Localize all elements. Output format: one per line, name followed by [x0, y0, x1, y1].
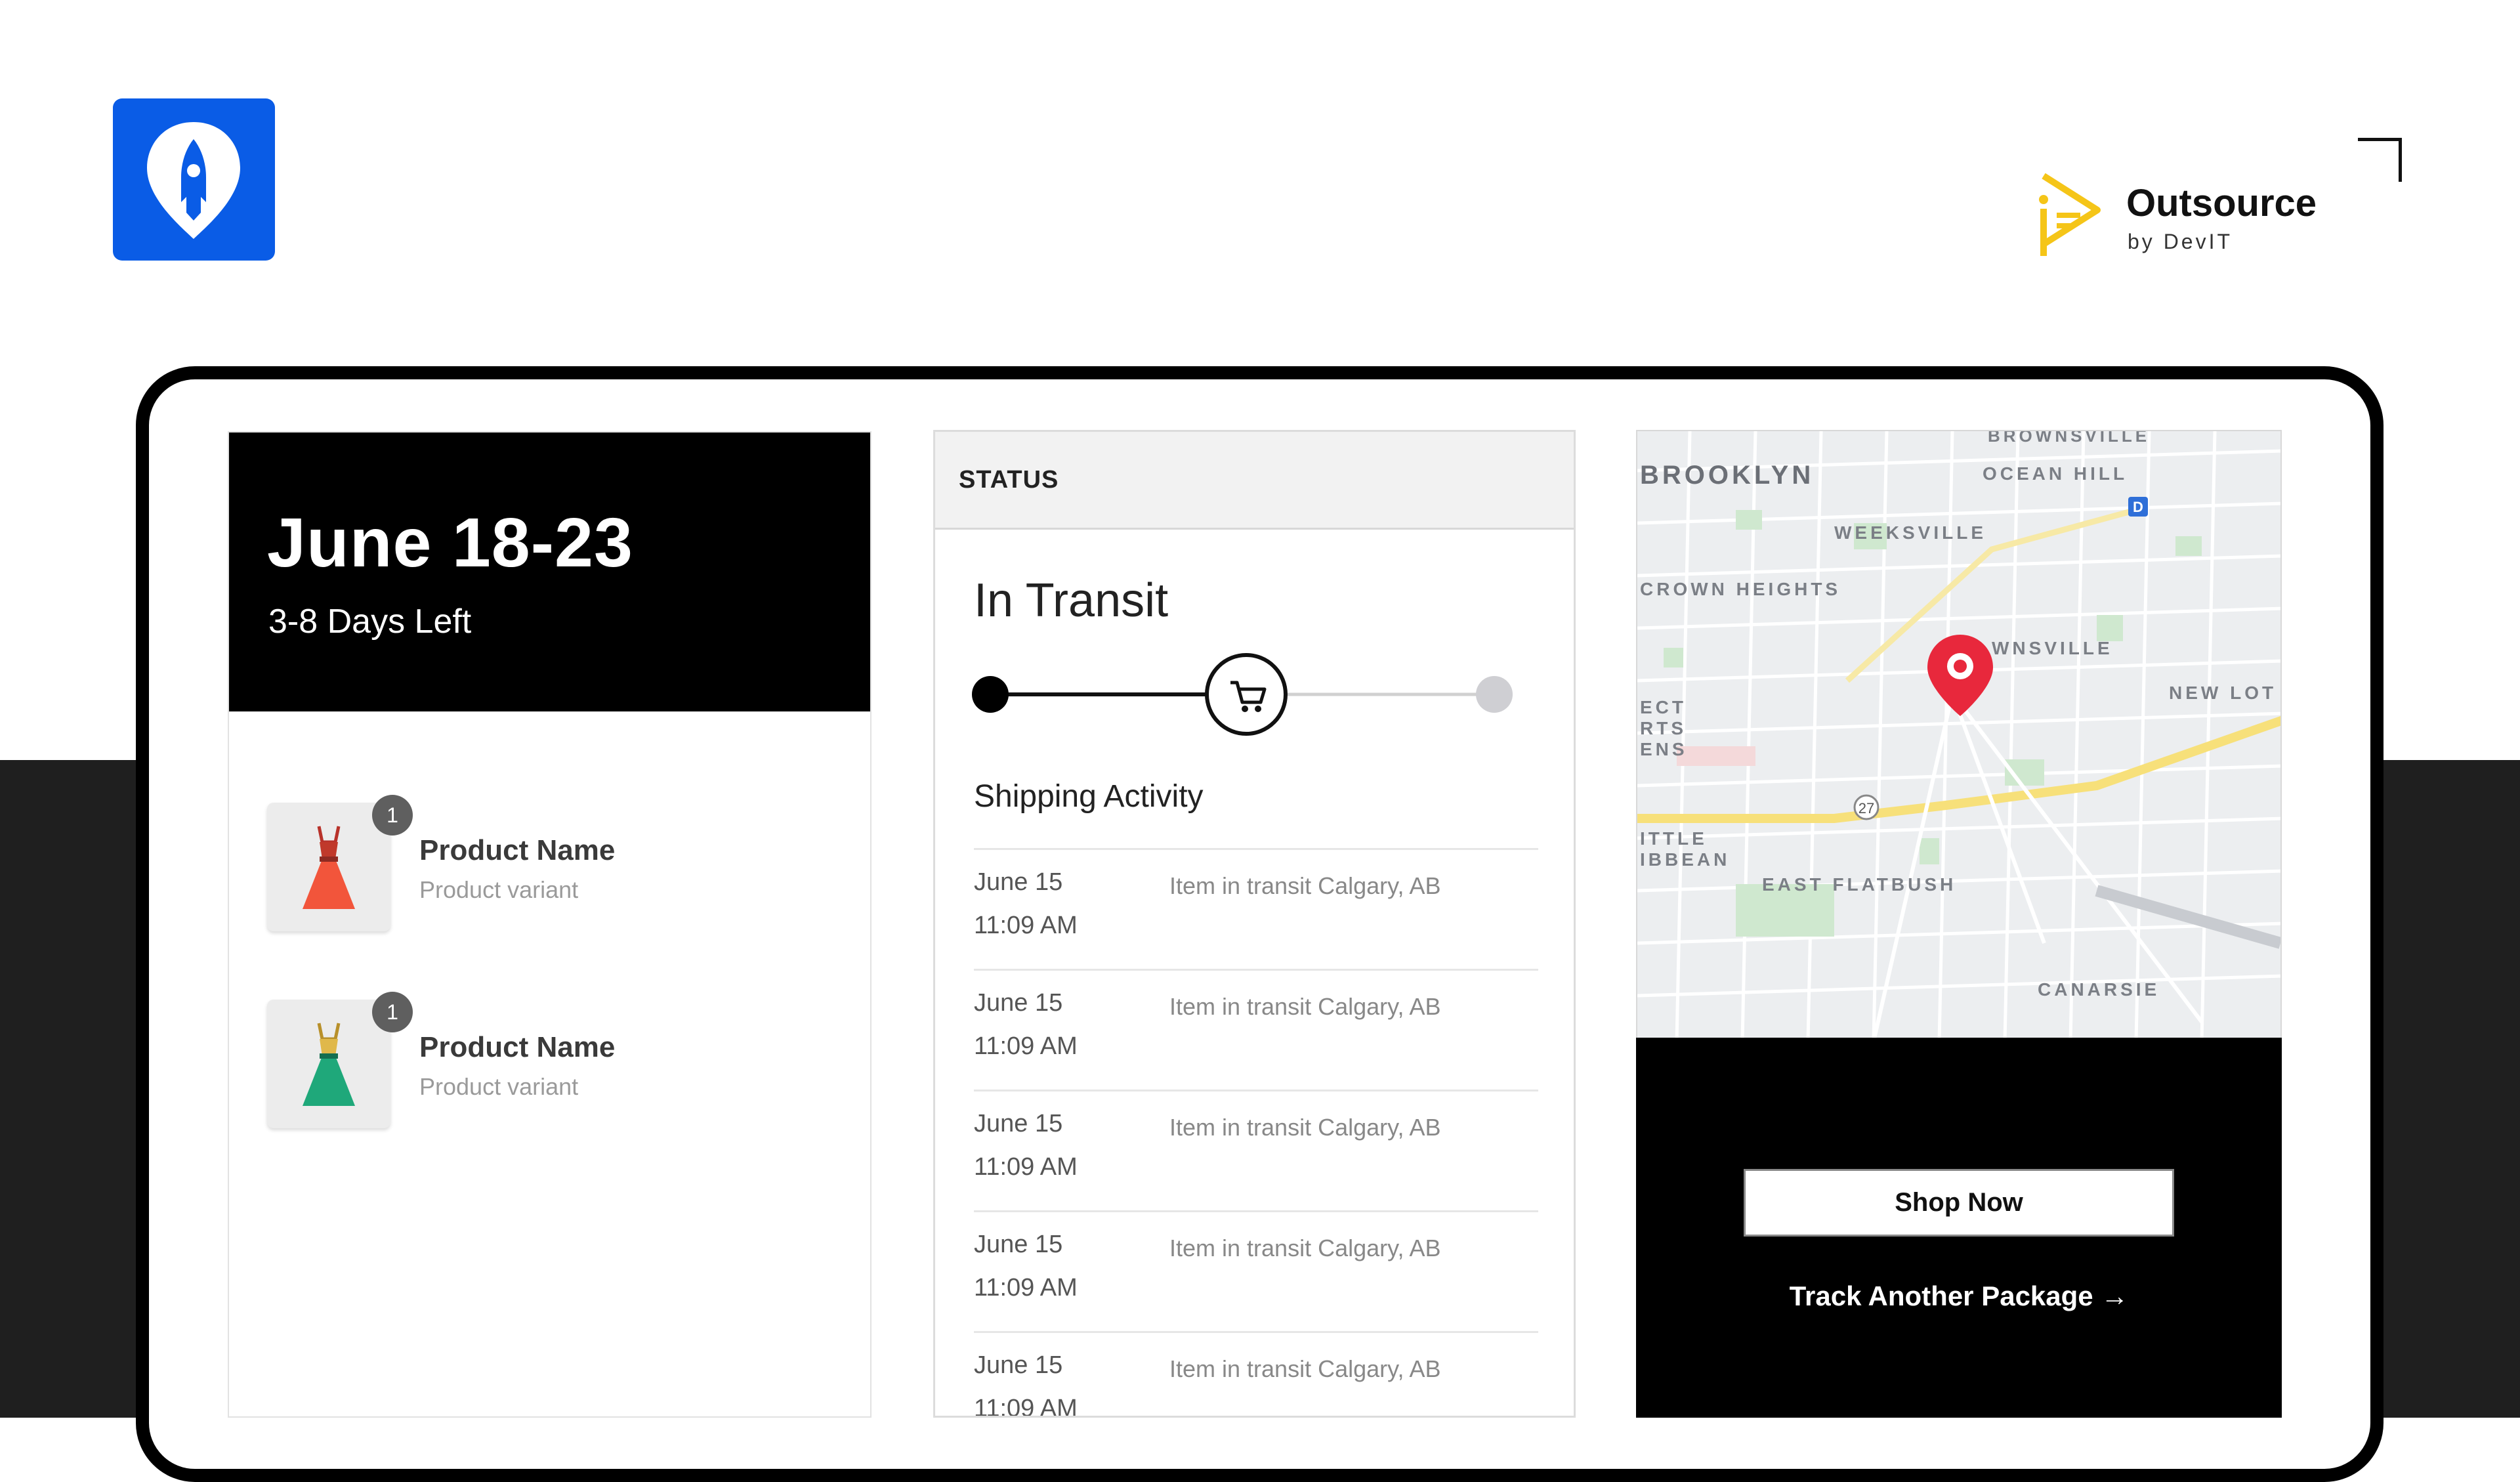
activity-description: Item in transit Calgary, AB	[1169, 1355, 1441, 1382]
product-variant: Product variant	[419, 876, 579, 903]
delivery-map[interactable]: 27 D BROWNSVILLE BROOKLYN OCEAN HILL WEE…	[1636, 430, 2282, 1040]
progress-step-done	[972, 676, 1009, 713]
progress-track	[972, 653, 1513, 736]
map-area-highlight	[1677, 746, 1755, 766]
activity-time: 11:09 AM	[974, 912, 1078, 939]
days-left-text: 3-8 Days Left	[268, 603, 472, 641]
status-label: STATUS	[959, 466, 1059, 494]
status-title: In Transit	[974, 574, 1169, 627]
product-variant: Product variant	[419, 1073, 579, 1100]
shipping-status-panel: STATUS In Transit Shipping Activity June…	[933, 430, 1576, 1418]
delivery-date-range: June 18-23	[267, 504, 633, 582]
order-summary-panel: June 18-23 3-8 Days Left 1 Product Name …	[228, 431, 872, 1418]
progress-tracker	[969, 648, 1521, 740]
shipping-activity-title: Shipping Activity	[974, 779, 1204, 814]
product-name[interactable]: Product Name	[419, 834, 615, 867]
activity-time: 11:09 AM	[974, 1274, 1078, 1302]
activity-description: Item in transit Calgary, AB	[1169, 1114, 1441, 1141]
status-header: STATUS	[935, 432, 1574, 530]
rocket-pin-icon	[147, 122, 240, 239]
activity-date: June 15	[974, 989, 1063, 1017]
activity-row: June 15 11:09 AM Item in transit Calgary…	[974, 1331, 1538, 1418]
shipping-activity-list: June 15 11:09 AM Item in transit Calgary…	[974, 848, 1538, 1418]
map-label: WEEKSVILLE	[1834, 522, 1986, 543]
map-label: RTS	[1640, 718, 1687, 738]
product-thumbnail[interactable]: 1	[267, 992, 413, 1128]
progress-step-current	[1205, 653, 1288, 736]
activity-description: Item in transit Calgary, AB	[1169, 872, 1441, 899]
map-label: CROWN HEIGHTS	[1640, 579, 1841, 599]
map-label: EAST FLATBUSH	[1762, 874, 1956, 895]
corner-bracket	[2358, 138, 2402, 182]
quantity-badge: 1	[372, 992, 413, 1032]
activity-time: 11:09 AM	[974, 1032, 1078, 1060]
product-name[interactable]: Product Name	[419, 1031, 615, 1064]
activity-description: Item in transit Calgary, AB	[1169, 993, 1441, 1020]
activity-row: June 15 11:09 AM Item in transit Calgary…	[974, 1090, 1538, 1210]
product-item[interactable]: 1 Product Name Product variant	[267, 788, 845, 933]
activity-row: June 15 11:09 AM Item in transit Calgary…	[974, 848, 1538, 969]
brand-logo: Outsource by DevIT	[2034, 169, 2402, 268]
product-thumbnail[interactable]: 1	[267, 795, 413, 931]
svg-text:D: D	[2133, 499, 2143, 515]
map-canvas[interactable]: 27 D BROWNSVILLE BROOKLYN OCEAN HILL WEE…	[1637, 431, 2282, 1040]
map-label: ECT	[1640, 697, 1687, 717]
product-item[interactable]: 1 Product Name Product variant	[267, 985, 845, 1130]
map-label: NEW LOT	[2169, 683, 2277, 703]
delivery-estimate-header: June 18-23 3-8 Days Left	[229, 433, 870, 711]
map-label: WNSVILLE	[1992, 638, 2113, 658]
brand-name: Outsource	[2126, 182, 2317, 224]
activity-date: June 15	[974, 1351, 1063, 1379]
activity-time: 11:09 AM	[974, 1153, 1078, 1181]
map-label: ENS	[1640, 739, 1688, 759]
progress-step-pending	[1476, 676, 1513, 713]
quantity-badge: 1	[372, 795, 413, 836]
activity-time: 11:09 AM	[974, 1395, 1078, 1418]
map-label: IBBEAN	[1640, 849, 1730, 870]
activity-description: Item in transit Calgary, AB	[1169, 1235, 1441, 1261]
play-logo-icon	[2039, 173, 2101, 256]
shop-now-button[interactable]: Shop Now	[1744, 1169, 2174, 1237]
activity-date: June 15	[974, 1110, 1063, 1137]
svg-text:27: 27	[1858, 800, 1874, 816]
cta-panel: Shop Now Track Another Package →	[1636, 1038, 2282, 1418]
brand-subtitle: by DevIT	[2128, 230, 2233, 253]
activity-row: June 15 11:09 AM Item in transit Calgary…	[974, 1210, 1538, 1331]
app-logo	[113, 98, 275, 261]
dress-icon	[303, 1023, 355, 1106]
map-label: OCEAN HILL	[1983, 463, 2128, 484]
activity-date: June 15	[974, 868, 1063, 896]
dress-icon	[303, 826, 355, 909]
activity-row: June 15 11:09 AM Item in transit Calgary…	[974, 969, 1538, 1090]
map-label: CANARSIE	[2038, 979, 2160, 1000]
map-label: ITTLE	[1640, 828, 1708, 849]
track-another-package-link[interactable]: Track Another Package →	[1636, 1281, 2282, 1312]
activity-date: June 15	[974, 1231, 1063, 1258]
map-label: BROOKLYN	[1640, 461, 1814, 490]
map-label: BROWNSVILLE	[1988, 431, 2150, 446]
